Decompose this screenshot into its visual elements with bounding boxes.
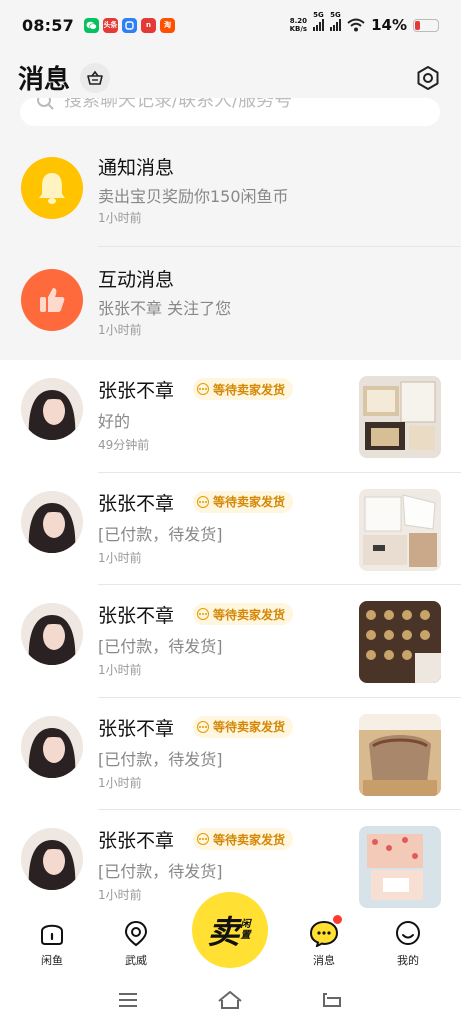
nav-item-home[interactable]: 闲鱼 [22,918,82,968]
home-key[interactable] [216,988,244,1012]
wechat-icon [83,17,99,33]
avatar [21,378,83,440]
system-nav-bar [0,980,461,1024]
notification-title: 通知消息 [98,157,175,179]
unread-dot [332,914,343,925]
home-icon [41,924,63,945]
basket-icon [87,70,103,85]
settings-button[interactable] [413,63,443,93]
basket-button[interactable] [80,62,111,93]
network-speed: 8.20 KB/s [289,17,308,33]
status-app-icons: 头条 n 淘 [83,17,175,33]
signal-1-icon: 5G [313,11,325,31]
message-time: 49分钟前 [98,438,150,452]
more-dots-icon [197,833,209,845]
location-icon [124,920,148,947]
gear-icon [417,65,439,90]
interaction-title: 互动消息 [98,269,175,291]
message-time: 1小时前 [98,888,142,902]
interaction-messages-row[interactable]: 互动消息 张张不章 关注了您 1小时前 [0,247,461,359]
contact-name: 张张不章 [98,492,175,515]
order-status-badge: 等待卖家发货 [193,603,294,625]
interaction-subtitle: 张张不章 关注了您 [98,299,232,318]
contact-name: 张张不章 [98,380,175,402]
notification-messages-row[interactable]: 通知消息 卖出宝贝奖励你150闲鱼币 1小时前 [0,135,461,247]
order-status-badge: 等待卖家发货 [193,490,294,513]
more-dots-icon [197,720,209,733]
avatar [21,603,83,665]
order-status-badge: 等待卖家发货 [193,828,294,850]
avatar [21,828,83,890]
home-outline-icon [218,991,242,1009]
last-message: [已付款，待发货] [98,524,223,544]
avatar [21,490,83,553]
conversation-row[interactable]: 张张不章 等待卖家发货 [已付款，待发货] 1小时前 [0,585,461,698]
message-time: 1小时前 [98,775,142,790]
order-status-badge: 等待卖家发货 [193,378,294,400]
search-placeholder: 搜索聊天记录/联系人/服务号 [64,98,293,111]
notification-avatar [21,157,83,219]
last-message: [已付款，待发货] [98,862,223,881]
last-message: [已付款，待发货] [98,749,223,769]
message-time: 1小时前 [98,663,142,677]
avatar [21,715,83,778]
signal-2-icon: 5G [330,11,342,31]
search-input[interactable]: 搜索聊天记录/联系人/服务号 [20,98,440,126]
contact-name: 张张不章 [98,717,175,740]
nav-item-profile[interactable]: 我的 [378,918,438,968]
status-indicators: 8.20 KB/s 5G 5G 14% [289,11,439,34]
blue-app-icon [121,17,137,33]
wifi-icon [347,18,365,32]
more-dots-icon [197,495,209,508]
product-thumbnail[interactable] [359,376,441,458]
interaction-avatar [21,269,83,331]
notification-subtitle: 卖出宝贝奖励你150闲鱼币 [98,187,289,206]
contact-name: 张张不章 [98,830,175,852]
sell-idle-button[interactable]: 卖 闲置 [192,892,268,968]
last-message: 好的 [98,412,131,431]
product-thumbnail[interactable] [359,826,441,908]
search-icon [37,98,54,110]
message-time: 1小时前 [98,550,142,565]
product-thumbnail[interactable] [359,713,441,796]
page-header: 消息 [0,50,461,105]
bottom-nav: 闲鱼 武威 卖 闲置 消息 我的 [0,892,461,980]
taobao-icon: 淘 [159,17,175,33]
battery-icon [413,18,439,32]
page-title: 消息 [18,65,71,95]
thumbs-up-icon [40,288,65,312]
back-icon [323,993,341,1007]
battery-percent: 14% [371,16,407,34]
profile-icon [396,921,420,945]
last-message: [已付款，待发货] [98,637,223,656]
more-dots-icon [197,608,209,620]
product-thumbnail[interactable] [359,601,441,683]
conversation-row[interactable]: 张张不章 等待卖家发货 [已付款，待发货] 1小时前 [0,698,461,810]
status-time: 08:57 [22,15,74,35]
menu-key[interactable] [114,988,142,1012]
back-key[interactable] [318,988,346,1012]
notification-time: 1小时前 [98,211,142,225]
conversation-list: 张张不章 等待卖家发货 好的 49分钟前 张张不章 等待卖家发货 [已付款，待发… [0,360,461,908]
pdd-icon: n [140,17,156,33]
toutiao-icon: 头条 [102,17,118,33]
order-status-badge: 等待卖家发货 [193,715,294,738]
nav-item-messages[interactable]: 消息 [294,914,354,968]
product-thumbnail[interactable] [359,488,441,571]
conversation-row[interactable]: 张张不章 等待卖家发货 [已付款，待发货] 1小时前 [0,473,461,585]
interaction-time: 1小时前 [98,323,142,337]
nav-item-local[interactable]: 武威 [106,918,166,968]
bell-icon [39,173,65,204]
contact-name: 张张不章 [98,605,175,627]
conversation-row[interactable]: 张张不章 等待卖家发货 好的 49分钟前 [0,360,461,473]
more-dots-icon [197,383,209,395]
status-bar: 08:57 头条 n 淘 8.20 KB/s 5G 5G 14% [0,0,461,50]
menu-icon [119,993,137,1007]
